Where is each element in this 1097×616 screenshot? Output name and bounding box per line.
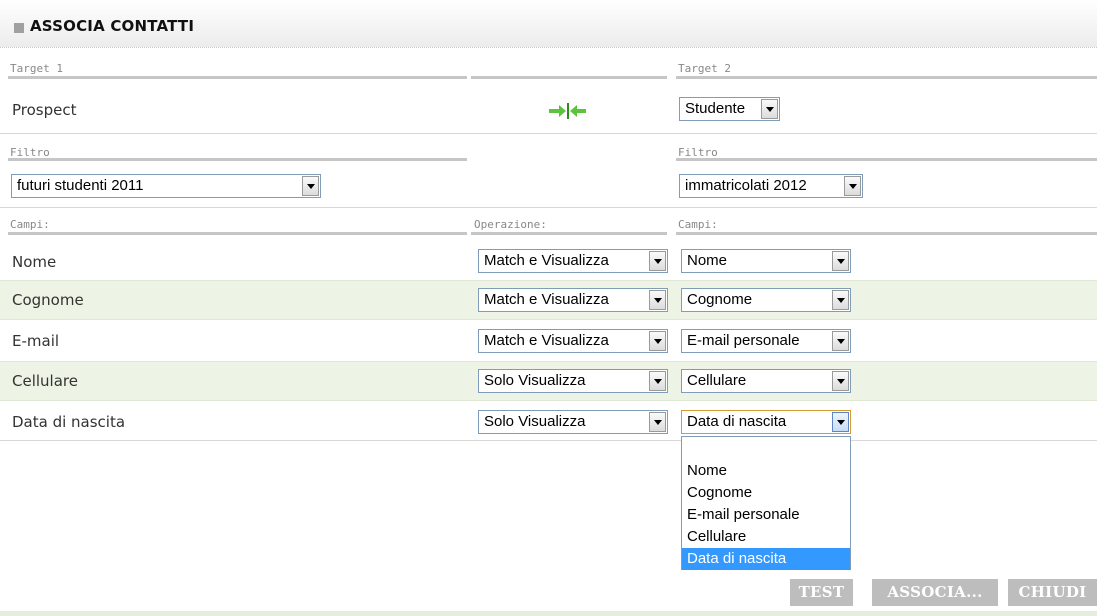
page-title: ASSOCIA CONTATTI [30, 17, 195, 35]
fields-left-header: Campi: [10, 218, 50, 231]
operation-select[interactable]: Match e Visualizza [478, 329, 668, 353]
chevron-down-icon[interactable] [649, 251, 666, 271]
dropdown-option[interactable]: Cellulare [682, 526, 850, 548]
dropdown-option-highlighted[interactable]: Data di nascita [682, 548, 850, 570]
row-field-label: E-mail [12, 332, 60, 350]
fields-right-header: Campi: [678, 218, 718, 231]
divider [8, 232, 467, 235]
target-field-select[interactable]: Cellulare [681, 369, 851, 393]
chevron-down-icon[interactable] [832, 412, 849, 432]
filter1-select[interactable]: futuri studenti 2011 [11, 174, 321, 198]
divider [0, 440, 1097, 441]
chevron-down-icon[interactable] [649, 412, 666, 432]
divider [676, 76, 1097, 79]
divider [471, 76, 667, 79]
divider [676, 232, 1097, 235]
target-field-select[interactable]: Nome [681, 249, 851, 273]
chevron-down-icon[interactable] [832, 331, 849, 351]
operation-select[interactable]: Match e Visualizza [478, 288, 668, 312]
target1-label: Target 1 [10, 62, 63, 75]
test-button[interactable]: TEST [790, 579, 853, 606]
associa-button[interactable]: ASSOCIA... [872, 579, 998, 606]
operation-select[interactable]: Match e Visualizza [478, 249, 668, 273]
chevron-down-icon[interactable] [649, 290, 666, 310]
target2-select[interactable]: Studente [679, 97, 780, 121]
divider [471, 232, 667, 235]
title-bar: ASSOCIA CONTATTI [0, 0, 1097, 48]
dropdown-option[interactable]: E-mail personale [682, 504, 850, 526]
filter2-select[interactable]: immatricolati 2012 [679, 174, 863, 198]
row-field-label: Nome [12, 253, 57, 271]
chevron-down-icon[interactable] [649, 331, 666, 351]
chevron-down-icon[interactable] [844, 176, 861, 196]
chevron-down-icon[interactable] [832, 290, 849, 310]
target2-label: Target 2 [678, 62, 731, 75]
target-field-select[interactable]: E-mail personale [681, 329, 851, 353]
dropdown-option[interactable]: Nome [682, 460, 850, 482]
row-field-label: Data di nascita [12, 413, 126, 431]
chevron-down-icon[interactable] [649, 371, 666, 391]
divider [676, 158, 1097, 161]
divider [8, 76, 467, 79]
divider [0, 133, 1097, 134]
chevron-down-icon[interactable] [832, 371, 849, 391]
row-field-label: Cellulare [12, 372, 78, 390]
chevron-down-icon[interactable] [302, 176, 319, 196]
divider [8, 158, 467, 161]
chevron-down-icon[interactable] [761, 99, 778, 119]
merge-arrows-icon[interactable] [548, 102, 586, 120]
operation-select[interactable]: Solo Visualizza [478, 369, 668, 393]
dropdown-list: Nome Cognome E-mail personale Cellulare … [681, 436, 851, 570]
operation-select[interactable]: Solo Visualizza [478, 410, 668, 434]
chevron-down-icon[interactable] [832, 251, 849, 271]
target-field-select[interactable]: Cognome [681, 288, 851, 312]
operation-header: Operazione: [474, 218, 547, 231]
footer-strip [0, 611, 1097, 616]
square-bullet-icon [14, 23, 24, 33]
dropdown-option[interactable]: Cognome [682, 482, 850, 504]
target-field-select[interactable]: Data di nascita [681, 410, 851, 434]
row-field-label: Cognome [12, 291, 84, 309]
chiudi-button[interactable]: CHIUDI [1008, 579, 1097, 606]
target1-value: Prospect [12, 101, 77, 119]
dropdown-option[interactable] [682, 438, 850, 460]
divider [0, 207, 1097, 208]
